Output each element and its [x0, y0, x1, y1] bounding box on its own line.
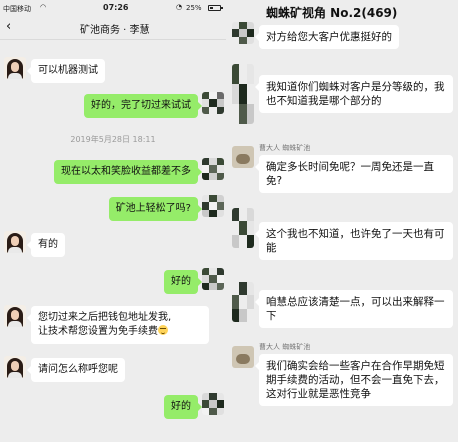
sender-name: 曹大人 蜘蛛矿池	[259, 343, 311, 351]
outgoing-message: 好的，完了切过来试试	[84, 94, 202, 118]
incoming-message: 有的	[27, 233, 65, 257]
wifi-icon: ◠	[40, 3, 47, 11]
incoming-message: 请问怎么称呼您呢	[27, 358, 125, 382]
group-message: 确定多长时间免呢？一周免还是一直免?	[255, 155, 453, 193]
member-avatar[interactable]	[232, 208, 254, 248]
smile-emoji-icon	[158, 325, 168, 335]
self-avatar[interactable]	[202, 158, 224, 180]
chat-title: 矿池商务 · 李慧	[80, 25, 150, 36]
member-avatar[interactable]	[232, 346, 254, 368]
chat-header: ‹ 矿池商务 · 李慧	[0, 16, 226, 40]
left-chat-panel: 中国移动 ◠ 07:26 ◔ 25% ‹ 矿池商务 · 李慧 可以机器测试 好的…	[0, 0, 226, 442]
group-message: 我知道你们蜘蛛对客户是分等级的，我也不知道我是哪个部分的	[255, 75, 453, 113]
self-avatar[interactable]	[202, 92, 224, 114]
message-line: 您切过来之后把钱包地址发我,	[38, 312, 172, 323]
outgoing-message: 矿池上轻松了吗?	[108, 197, 203, 221]
message-timestamp: 2019年5月28日 18:11	[70, 135, 156, 144]
battery-percent: 25%	[186, 4, 202, 12]
member-avatar[interactable]	[232, 146, 254, 168]
incoming-message: 可以机器测试	[27, 59, 105, 83]
battery-level-fill	[210, 7, 213, 9]
self-avatar[interactable]	[202, 393, 224, 415]
group-message: 对方给您大客户优惠挺好的	[255, 25, 399, 49]
group-chat-title: 蜘蛛矿视角 No.2(469)	[266, 6, 398, 20]
contact-avatar[interactable]	[4, 231, 26, 253]
member-avatar[interactable]	[232, 64, 254, 124]
message-line: 让技术帮您设置为免手续费	[38, 325, 202, 339]
contact-avatar[interactable]	[4, 305, 26, 327]
status-bar: 中国移动 ◠ 07:26 ◔ 25%	[0, 0, 226, 16]
message-line-text: 让技术帮您设置为免手续费	[38, 326, 158, 337]
group-message: 咱慧总应该清楚一点，可以出来解释一下	[255, 290, 453, 328]
self-avatar[interactable]	[202, 268, 224, 290]
alarm-icon: ◔	[176, 3, 183, 11]
outgoing-message: 好的	[164, 270, 202, 294]
group-message: 这个我也不知道，也许免了一天也有可能	[255, 222, 453, 260]
incoming-message: 您切过来之后把钱包地址发我, 让技术帮您设置为免手续费	[27, 306, 209, 344]
self-avatar[interactable]	[202, 195, 224, 217]
outgoing-message: 现在以太和笑脸收益都差不多	[54, 160, 202, 184]
member-avatar[interactable]	[232, 282, 254, 322]
outgoing-message: 好的	[164, 395, 202, 419]
sender-name: 曹大人 蜘蛛矿池	[259, 144, 311, 152]
group-chat-header: 蜘蛛矿视角 No.2(469)	[226, 0, 458, 24]
battery-icon	[208, 5, 223, 11]
back-arrow-icon[interactable]: ‹	[6, 19, 11, 34]
contact-avatar[interactable]	[4, 356, 26, 378]
clock-time: 07:26	[103, 3, 129, 12]
group-chat-panel: 蜘蛛矿视角 No.2(469) 对方给您大客户优惠挺好的 我知道你们蜘蛛对客户是…	[226, 0, 458, 442]
group-message: 我们确实会给一些客户在合作早期免短期手续费的活动，但不会一直免下去，这对行业就是…	[255, 354, 453, 406]
contact-avatar[interactable]	[4, 57, 26, 79]
carrier-label: 中国移动	[3, 5, 31, 13]
member-avatar[interactable]	[232, 22, 254, 44]
